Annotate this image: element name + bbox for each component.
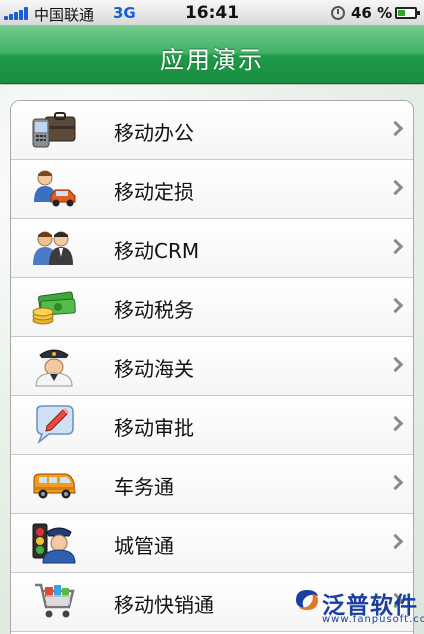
- city-officer-icon: [31, 522, 77, 564]
- menu-item-label: 移动审批: [114, 416, 194, 440]
- speech-pencil-icon: [31, 404, 77, 446]
- briefcase-phone-icon: [31, 109, 77, 151]
- car-assessor-icon: [31, 168, 77, 210]
- menu-item-mobile-tax[interactable]: 移动税务: [11, 278, 413, 337]
- menu-item-mobile-office[interactable]: 移动办公: [11, 101, 413, 160]
- app-menu-list: 移动办公 移动定损 移动CRM 移动税务 移动海关 移动审批 车务通 城管通 移…: [10, 100, 414, 634]
- chevron-right-icon: [387, 297, 404, 314]
- menu-item-label: 移动快销通: [114, 593, 214, 617]
- menu-item-mobile-approval[interactable]: 移动审批: [11, 396, 413, 455]
- chevron-right-icon: [387, 238, 404, 255]
- status-bar: 中国联通 3G 16:41 46 %: [0, 0, 424, 26]
- navigation-bar: 应用演示: [0, 26, 424, 84]
- watermark-url: www.fanpusoft.com: [322, 614, 424, 625]
- menu-item-label: 移动税务: [114, 298, 194, 322]
- chevron-right-icon: [387, 120, 404, 137]
- chevron-right-icon: [387, 533, 404, 550]
- menu-item-mobile-customs[interactable]: 移动海关: [11, 337, 413, 396]
- van-icon: [31, 463, 77, 505]
- menu-item-mobile-loss-assessment[interactable]: 移动定损: [11, 160, 413, 219]
- menu-item-city-management[interactable]: 城管通: [11, 514, 413, 573]
- menu-item-label: 移动办公: [114, 121, 194, 145]
- menu-item-vehicle-service[interactable]: 车务通: [11, 455, 413, 514]
- people-crm-icon: [31, 227, 77, 269]
- money-coins-icon: [31, 286, 77, 328]
- menu-item-mobile-crm[interactable]: 移动CRM: [11, 219, 413, 278]
- shopping-cart-icon: [31, 581, 77, 623]
- brand-watermark: 泛普软件 www.fanpusoft.com: [292, 584, 424, 632]
- menu-item-label: 移动CRM: [114, 239, 200, 263]
- rotation-lock-icon: [331, 6, 345, 20]
- chevron-right-icon: [387, 415, 404, 432]
- chevron-right-icon: [387, 179, 404, 196]
- chevron-right-icon: [387, 474, 404, 491]
- menu-item-label: 车务通: [114, 475, 174, 499]
- menu-item-label: 移动海关: [114, 357, 194, 381]
- fanpu-logo-icon: [294, 588, 320, 612]
- battery-percentage: 46 %: [351, 4, 393, 22]
- customs-officer-icon: [31, 345, 77, 387]
- menu-item-label: 城管通: [114, 534, 174, 558]
- battery-icon: [395, 7, 420, 19]
- chevron-right-icon: [387, 356, 404, 373]
- page-title: 应用演示: [160, 46, 264, 74]
- menu-item-label: 移动定损: [114, 180, 194, 204]
